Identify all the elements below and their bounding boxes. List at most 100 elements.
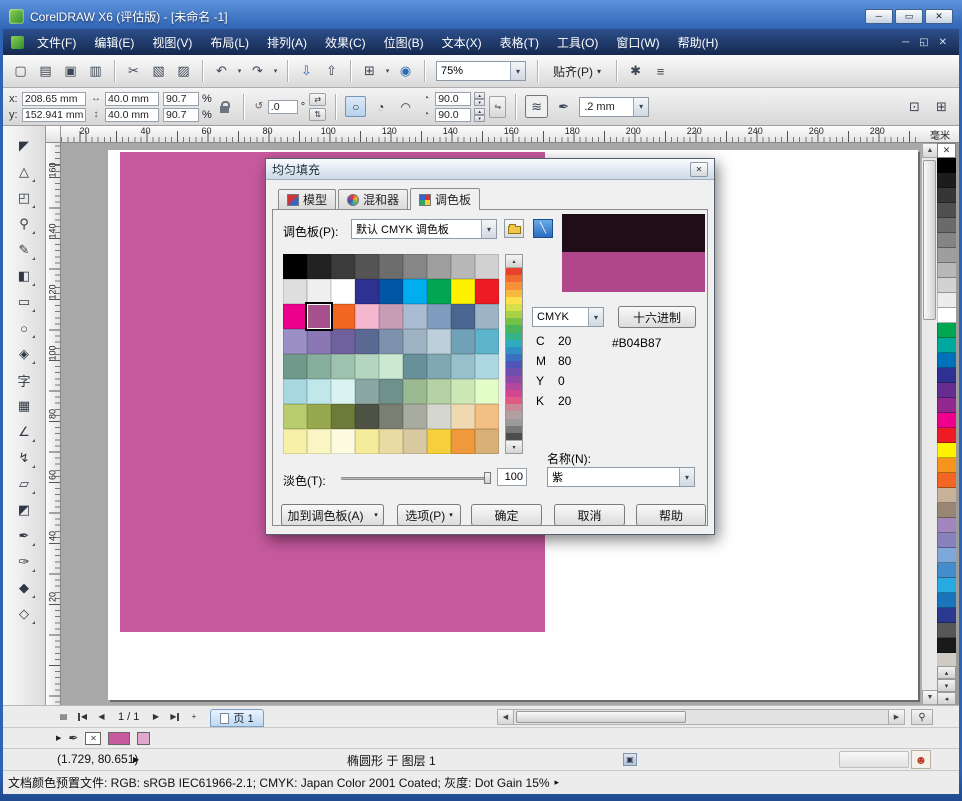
palette-swatch[interactable] (403, 429, 427, 454)
scale-y-field[interactable]: 90.7 (163, 108, 199, 122)
help-button[interactable]: 帮助 (636, 504, 706, 526)
doc-color-swatch[interactable] (937, 188, 956, 203)
zoom-dropdown-icon[interactable]: ▾ (510, 62, 525, 80)
palette-swatch[interactable] (307, 379, 331, 404)
palette-swatch[interactable] (355, 354, 379, 379)
doc-color-swatch[interactable] (937, 458, 956, 473)
menu-item[interactable]: 视图(V) (143, 30, 201, 55)
doc-color-swatch[interactable] (937, 218, 956, 233)
add-to-palette-dropdown[interactable]: ▾ (369, 504, 384, 526)
doc-color-swatch[interactable] (937, 158, 956, 173)
no-outline-swatch[interactable]: ✕ (85, 732, 101, 745)
palette-swatch[interactable] (403, 404, 427, 429)
tint-slider-handle[interactable] (484, 472, 491, 484)
undo-icon-dropdown[interactable]: ▾ (235, 67, 244, 75)
palette-swatch[interactable] (379, 329, 403, 354)
pie-mode-button[interactable]: ◔ (370, 96, 391, 117)
arc-start-field[interactable]: 90.0 (435, 92, 471, 106)
palette-swatch[interactable] (355, 254, 379, 279)
palette-swatch[interactable] (355, 329, 379, 354)
blend-tool[interactable]: ▱ (11, 472, 37, 496)
ok-button[interactable]: 确定 (471, 504, 542, 526)
doc-color-swatch[interactable] (937, 233, 956, 248)
palette-swatch[interactable] (379, 279, 403, 304)
palette-swatch[interactable] (475, 329, 499, 354)
object-width-field[interactable]: 40.0 mm (105, 92, 159, 106)
tint-slider[interactable] (341, 471, 491, 485)
model-select-dropdown-icon[interactable]: ▾ (588, 308, 603, 326)
outline-width-select[interactable]: .2 mm ▾ (579, 97, 649, 117)
no-color-swatch[interactable]: ✕ (937, 143, 956, 158)
palette-swatch[interactable] (355, 304, 379, 329)
dimension-tool[interactable]: ∠ (11, 420, 37, 444)
component-value[interactable]: 20 (558, 394, 571, 408)
first-page-button[interactable]: ◀ (74, 709, 91, 725)
palette-swatch[interactable] (283, 354, 307, 379)
tab-models[interactable]: 模型 (278, 189, 336, 209)
minimize-button[interactable]: ─ (865, 9, 893, 24)
palette-swatch[interactable] (307, 304, 331, 329)
snap-options-icon[interactable]: ⊡ (903, 95, 926, 118)
strip-down-button[interactable]: ▾ (506, 440, 522, 453)
palette-swatch[interactable] (307, 254, 331, 279)
doc-color-swatch[interactable] (937, 353, 956, 368)
palette-swatch[interactable] (451, 279, 475, 304)
print-icon[interactable]: ▥ (84, 60, 107, 83)
hex-button[interactable]: 十六进制 (618, 306, 696, 328)
palette-swatch[interactable] (331, 279, 355, 304)
doc-color-swatch[interactable] (937, 623, 956, 638)
v-scrollbar[interactable]: ▲ ▼ (921, 143, 937, 705)
palette-swatch[interactable] (283, 329, 307, 354)
transparency-tool[interactable]: ◩ (11, 498, 37, 522)
palette-swatch[interactable] (427, 304, 451, 329)
snap-to-dropdown[interactable]: 贴齐(P) ▾ (545, 63, 609, 80)
menu-item[interactable]: 效果(C) (316, 30, 375, 55)
palette-swatch[interactable] (403, 254, 427, 279)
zoom-tool[interactable]: ⚲ (11, 212, 37, 236)
palette-swatch[interactable] (331, 354, 355, 379)
palette-swatch[interactable] (451, 354, 475, 379)
y-position-field[interactable]: 152.941 mm (22, 108, 86, 122)
palette-swatch[interactable] (379, 254, 403, 279)
doc-color-swatch[interactable] (937, 548, 956, 563)
maximize-button[interactable]: ▭ (895, 9, 923, 24)
mirror-horizontal-button[interactable]: ⇄ (309, 93, 326, 106)
palette-swatch[interactable] (427, 254, 451, 279)
palette-swatch[interactable] (331, 379, 355, 404)
menu-item[interactable]: 文件(F) (28, 30, 85, 55)
palette-swatch[interactable] (427, 279, 451, 304)
v-ruler[interactable]: 16014012010080604020 (46, 143, 61, 705)
palette-swatch[interactable] (283, 254, 307, 279)
doc-color-swatch[interactable] (937, 608, 956, 623)
smart-fill-tool[interactable]: ◧ (11, 264, 37, 288)
ellipse-tool[interactable]: ○ (11, 316, 37, 340)
shape-tool[interactable]: △ (11, 160, 37, 184)
browse-palette-button[interactable] (504, 219, 524, 238)
palette-select[interactable]: 默认 CMYK 调色板 ▾ (351, 219, 497, 239)
palette-swatch[interactable] (283, 304, 307, 329)
indicator-flyout-icon[interactable]: ▶ (56, 734, 61, 742)
scale-x-field[interactable]: 90.7 (163, 92, 199, 106)
palette-swatch[interactable] (451, 429, 475, 454)
doc-color-swatch[interactable] (937, 578, 956, 593)
palette-scroll-up-button[interactable]: ▴ (937, 666, 956, 679)
undo-icon[interactable]: ↶ (210, 60, 233, 83)
application-launcher-icon[interactable]: ⊞ (358, 60, 381, 83)
tint-value-field[interactable]: 100 (497, 468, 527, 486)
outline-pen-status-icon[interactable]: ✒ (68, 731, 78, 745)
page-tab[interactable]: 页 1 (210, 709, 263, 727)
next-page-button[interactable]: ▶ (147, 709, 164, 725)
add-page-button[interactable]: + (185, 709, 202, 725)
menu-item[interactable]: 工具(O) (548, 30, 607, 55)
palette-swatch[interactable] (331, 304, 355, 329)
component-value[interactable]: 80 (558, 354, 571, 368)
options-icon[interactable]: ✱ (624, 60, 647, 83)
close-button[interactable]: ✕ (925, 9, 953, 24)
arc-end-field[interactable]: 90.0 (435, 108, 471, 122)
options-button[interactable]: 选项(P) ▾ (397, 504, 461, 526)
doc-color-swatch[interactable] (937, 338, 956, 353)
palette-swatch[interactable] (283, 279, 307, 304)
palette-swatch[interactable] (427, 354, 451, 379)
eyedropper-button[interactable]: ╲ (533, 219, 553, 238)
palette-swatch[interactable] (427, 379, 451, 404)
